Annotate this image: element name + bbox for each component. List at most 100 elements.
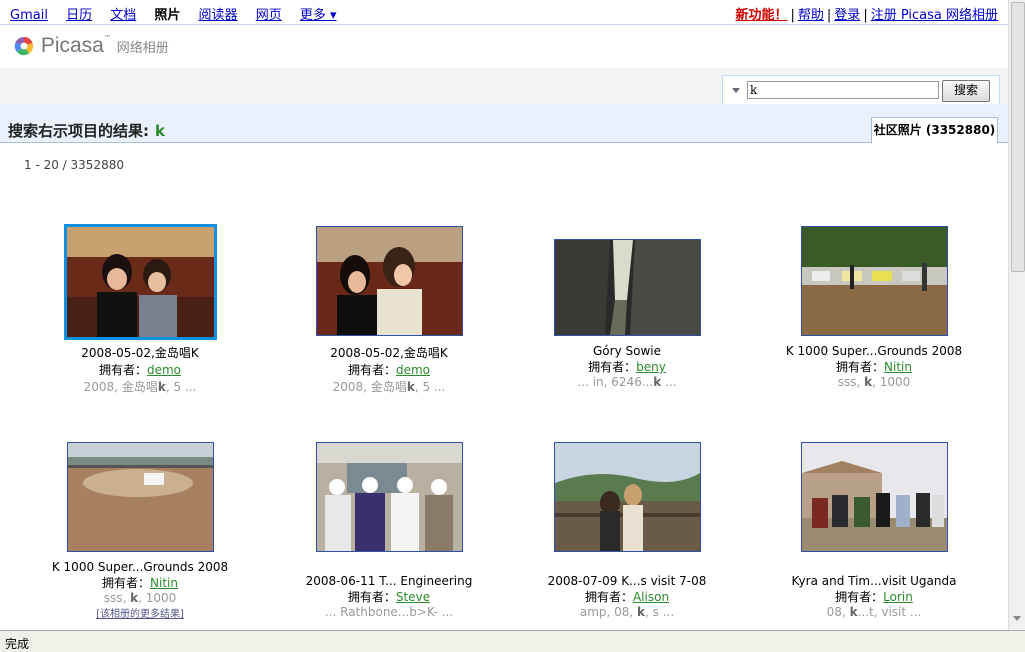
separator: |: [826, 8, 832, 23]
photo-title-text[interactable]: 2008-05-02,金岛唱K: [330, 346, 447, 360]
search-scope-dropdown-icon[interactable]: [732, 88, 740, 93]
divider: [0, 24, 1008, 25]
photo-caption: 2008-07-09 K...s visit 7-08 拥有者：Alison a…: [512, 574, 742, 619]
owner-link[interactable]: demo: [396, 363, 430, 377]
logo-wordmark: Picasa: [40, 34, 104, 57]
register-link[interactable]: 注册 Picasa 网络相册: [871, 8, 998, 23]
scrollbar-thumb[interactable]: [1011, 2, 1025, 272]
nav-reader[interactable]: 阅读器: [199, 8, 238, 23]
keywords-text: , 5 ...: [414, 380, 446, 394]
photo-caption: 2008-05-02,金岛唱K 拥有者：demo 2008, 金岛唱k, 5 .…: [25, 344, 255, 395]
photo-thumbnail[interactable]: [316, 442, 463, 552]
photo-image-rock-crevice: [555, 240, 700, 335]
nav-calendar[interactable]: 日历: [66, 8, 92, 23]
photo-title[interactable]: K 1000 Super...Grounds 2008: [25, 560, 255, 574]
photo-title-text[interactable]: Kyra and Tim...visit Uganda: [792, 574, 957, 588]
scroll-down-icon[interactable]: [1013, 616, 1021, 621]
keywords-text: 2008, 金岛唱: [332, 380, 407, 394]
tab-community-photos[interactable]: 社区照片 (3352880): [871, 117, 998, 144]
photo-keywords: 2008, 金岛唱k, 5 ...: [25, 378, 255, 395]
photo-image-engineering-group: [317, 443, 462, 551]
photo-image-karaoke-girls: [67, 227, 214, 337]
owner-label: 拥有者：: [347, 363, 396, 377]
photo-thumbnail[interactable]: [67, 442, 214, 552]
search-input[interactable]: [747, 81, 939, 99]
photo-title[interactable]: 2008-07-09 K...s visit 7-08: [512, 574, 742, 588]
results-title-label: 搜索右示项目的结果:: [8, 122, 149, 140]
keywords-text: 08,: [826, 605, 850, 619]
keywords-text: 2008, 金岛唱: [83, 380, 158, 394]
photo-keywords: amp, 08, k, s ...: [512, 605, 742, 619]
owner-link[interactable]: demo: [147, 363, 181, 377]
photo-thumbnail[interactable]: [64, 224, 217, 340]
photo-owner: 拥有者：Alison: [512, 588, 742, 605]
signin-link[interactable]: 登录: [834, 8, 860, 23]
nav-docs[interactable]: 文档: [110, 8, 136, 23]
photo-title-text[interactable]: 2008-06-11 T... Engineering: [306, 574, 473, 588]
keyword-highlight: k: [849, 605, 858, 619]
photo-image-dirt-track-car: [68, 443, 213, 551]
photo-title[interactable]: 2008-05-02,金岛唱K: [274, 344, 504, 361]
vertical-scrollbar[interactable]: [1008, 0, 1025, 630]
photo-thumbnail[interactable]: [554, 442, 701, 552]
logo-trademark: ™: [103, 34, 111, 42]
nav-gmail[interactable]: Gmail: [10, 8, 48, 23]
photo-title-text[interactable]: Góry Sowie: [593, 344, 661, 358]
photo-thumbnail[interactable]: [316, 226, 463, 336]
photo-owner: 拥有者：demo: [274, 361, 504, 378]
photo-thumbnail[interactable]: [554, 239, 701, 336]
keywords-text: , 1000: [872, 375, 911, 389]
owner-label: 拥有者：: [347, 590, 396, 604]
photo-title[interactable]: Góry Sowie: [512, 344, 742, 358]
photo-image-karaoke-girls-2: [317, 227, 462, 335]
results-query: k: [155, 122, 165, 140]
nav-web[interactable]: 网页: [256, 8, 282, 23]
account-links: 新功能！ | 帮助 | 登录 | 注册 Picasa 网络相册: [735, 4, 998, 23]
keyword-highlight: k: [406, 380, 415, 394]
photo-caption: K 1000 Super...Grounds 2008 拥有者：Nitin ss…: [759, 344, 989, 389]
keywords-text: amp, 08,: [579, 605, 638, 619]
photo-title[interactable]: Kyra and Tim...visit Uganda: [759, 574, 989, 588]
keyword-highlight: k: [864, 375, 873, 389]
keywords-text: ... in, 6246...: [577, 375, 654, 389]
keyword-highlight: k: [130, 591, 139, 605]
photo-title[interactable]: 2008-06-11 T... Engineering: [274, 574, 504, 588]
photo-image-car-show-field: [802, 227, 947, 335]
more-results-link[interactable]: [该相册的更多结果]: [25, 605, 255, 620]
photo-title-text[interactable]: 2008-05-02,金岛唱K: [81, 346, 198, 360]
photo-title[interactable]: 2008-05-02,金岛唱K: [25, 344, 255, 361]
keywords-text: ... Rathbone...b>K- ...: [324, 605, 454, 619]
photo-thumbnail[interactable]: [801, 442, 948, 552]
photo-keywords: 08, k...t, visit ...: [759, 605, 989, 619]
keywords-text: sss,: [103, 591, 131, 605]
nav-photos: 照片: [154, 8, 181, 23]
keywords-text: ...: [661, 375, 677, 389]
photo-thumbnail[interactable]: [801, 226, 948, 336]
photo-caption: Kyra and Tim...visit Uganda 拥有者：Lorin 08…: [759, 574, 989, 619]
owner-link[interactable]: beny: [636, 360, 666, 374]
help-link[interactable]: 帮助: [798, 8, 824, 23]
search-button[interactable]: 搜索: [942, 80, 990, 102]
photo-keywords: sss, k, 1000: [759, 375, 989, 389]
photo-title-text[interactable]: K 1000 Super...Grounds 2008: [786, 344, 962, 358]
owner-label: 拥有者：: [588, 360, 637, 374]
owner-link[interactable]: Alison: [633, 590, 669, 604]
owner-link[interactable]: Steve: [396, 590, 430, 604]
keywords-text: ...t, visit ...: [857, 605, 922, 619]
nav-more[interactable]: 更多 ▾: [300, 8, 337, 23]
photo-title-text[interactable]: 2008-07-09 K...s visit 7-08: [548, 574, 707, 588]
photo-title[interactable]: K 1000 Super...Grounds 2008: [759, 344, 989, 358]
photo-title-text[interactable]: K 1000 Super...Grounds 2008: [52, 560, 228, 574]
browser-status-bar: 完成: [0, 630, 1025, 652]
owner-link[interactable]: Lorin: [883, 590, 913, 604]
picasa-logo[interactable]: Picasa™ 网络相册: [14, 34, 169, 60]
new-features-link[interactable]: 新功能！: [735, 8, 787, 23]
keyword-highlight: k: [157, 380, 166, 394]
owner-link[interactable]: Nitin: [884, 360, 912, 374]
results-title: 搜索右示项目的结果: k: [8, 120, 165, 141]
owner-link[interactable]: Nitin: [150, 576, 178, 590]
photo-keywords: sss, k, 1000: [25, 591, 255, 605]
results-header: 搜索右示项目的结果: k 社区照片 (3352880): [0, 104, 1008, 144]
picasa-pinwheel-icon: [14, 36, 34, 56]
photo-image-uganda-group: [802, 443, 947, 551]
